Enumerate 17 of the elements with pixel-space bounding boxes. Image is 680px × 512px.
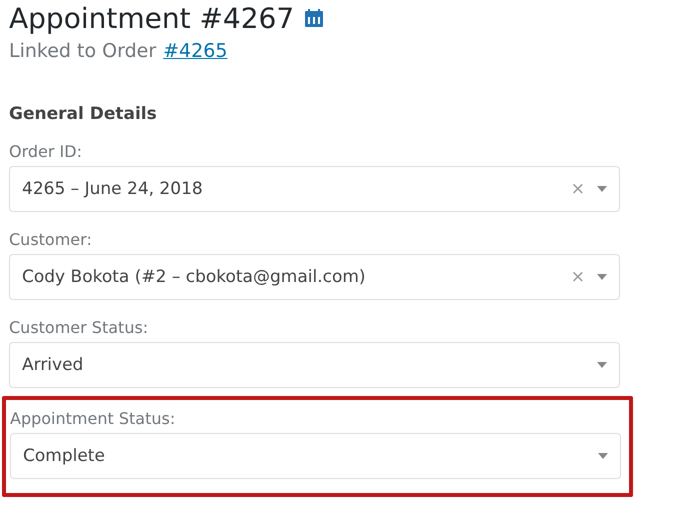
linked-order-text: Linked to Order <box>9 40 156 62</box>
select-field[interactable]: Complete <box>10 433 621 479</box>
field-label: Customer Status: <box>9 318 150 337</box>
section-title: General Details <box>9 104 158 124</box>
select-field[interactable]: Cody Bokota (#2 – cbokota@gmail.com) × <box>9 254 620 300</box>
dropdown-caret-icon <box>598 453 608 459</box>
page-title: Appointment #4267 <box>9 2 294 34</box>
field-label: Appointment Status: <box>10 409 176 428</box>
order-link[interactable]: #4265 <box>163 40 228 62</box>
dropdown-caret-icon <box>597 362 607 368</box>
select-field[interactable]: Arrived <box>9 342 620 388</box>
field-label: Customer: <box>9 230 93 249</box>
calendar-icon <box>304 8 324 28</box>
field-label: Order ID: <box>9 142 83 161</box>
dropdown-caret-icon <box>597 274 607 280</box>
select-field[interactable]: 4265 – June 24, 2018 × <box>9 166 620 212</box>
dropdown-caret-icon <box>597 186 607 192</box>
